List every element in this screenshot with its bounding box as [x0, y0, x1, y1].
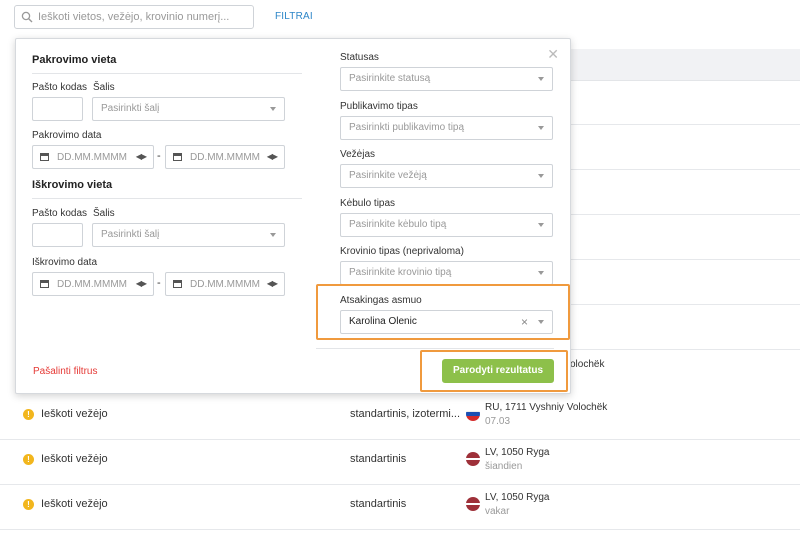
latvia-flag-icon: [466, 497, 480, 511]
body-type-placeholder: Pasirinkite kėbulo tipą: [349, 219, 447, 230]
row-status: Ieškoti vežėjo: [41, 408, 108, 420]
table-header: [570, 49, 800, 81]
divider: [316, 348, 554, 349]
divider: [32, 73, 302, 74]
loading-date-from-input[interactable]: DD.MM.MMMM ◀▶: [32, 145, 154, 169]
chevron-down-icon: [538, 174, 544, 178]
status-select[interactable]: Pasirinkite statusą: [340, 67, 553, 91]
body-type-label: Kėbulo tipas: [340, 198, 396, 209]
unloading-country-placeholder: Pasirinkti šalį: [101, 229, 160, 240]
responsible-person-select[interactable]: Karolina Olenic ×: [340, 310, 553, 334]
responsible-person-label: Atsakingas asmuo: [340, 295, 422, 306]
loading-date-to-input[interactable]: DD.MM.MMMM ◀▶: [165, 145, 285, 169]
chevron-down-icon: [538, 223, 544, 227]
date-range-separator: -: [157, 277, 161, 289]
chevron-down-icon: [538, 126, 544, 130]
carrier-placeholder: Pasirinkite vežėją: [349, 170, 427, 181]
date-stepper-icon[interactable]: ◀▶: [267, 279, 278, 288]
calendar-icon: [173, 280, 182, 288]
date-placeholder: DD.MM.MMMM: [57, 279, 127, 290]
row-date: vakar: [485, 506, 510, 517]
table-divider: [570, 259, 800, 260]
date-range-separator: -: [157, 150, 161, 162]
body-type-select[interactable]: Pasirinkite kėbulo tipą: [340, 213, 553, 237]
row-status: Ieškoti vežėjo: [41, 453, 108, 465]
filters-link[interactable]: FILTRAI: [275, 11, 313, 22]
cargo-type-placeholder: Pasirinkite krovinio tipą: [349, 267, 452, 278]
table-row[interactable]: ! Ieškoti vežėjo standartinis LV, 1050 R…: [0, 485, 800, 530]
date-stepper-icon[interactable]: ◀▶: [267, 152, 278, 161]
date-placeholder: DD.MM.MMMM: [190, 279, 260, 290]
publish-type-label: Publikavimo tipas: [340, 101, 418, 112]
table-divider: [570, 214, 800, 215]
calendar-icon: [40, 153, 49, 161]
loading-date-label: Pakrovimo data: [32, 130, 102, 141]
warning-icon: !: [23, 454, 34, 465]
row-type: standartinis, izotermi...: [350, 408, 461, 420]
loading-country-placeholder: Pasirinkti šalį: [101, 103, 160, 114]
chevron-down-icon: [538, 320, 544, 324]
publish-type-placeholder: Pasirinkti publikavimo tipą: [349, 122, 465, 133]
row-date: šiandien: [485, 461, 523, 472]
date-stepper-icon[interactable]: ◀▶: [136, 152, 147, 161]
unloading-date-label: Iškrovimo data: [32, 257, 98, 268]
row-location: RU, 1711 Vyshniy Volochëk: [485, 402, 608, 413]
remove-filters-link[interactable]: Pašalinti filtrus: [33, 366, 97, 377]
status-label: Statusas: [340, 52, 379, 63]
row-status: Ieškoti vežėjo: [41, 498, 108, 510]
search-placeholder: Ieškoti vietos, vežėjo, krovinio numerį.…: [38, 11, 230, 23]
warning-icon: !: [23, 409, 34, 420]
warning-icon: !: [23, 499, 34, 510]
row-type: standartinis: [350, 498, 407, 510]
chevron-down-icon: [538, 77, 544, 81]
cargo-type-label: Krovinio tipas (neprivaloma): [340, 246, 464, 257]
table-divider: [570, 124, 800, 125]
unloading-country-label: Šalis: [93, 208, 115, 219]
unloading-country-select[interactable]: Pasirinkti šalį: [92, 223, 285, 247]
date-stepper-icon[interactable]: ◀▶: [136, 279, 147, 288]
close-icon[interactable]: ✕: [547, 46, 559, 63]
table-row[interactable]: ! Ieškoti vežėjo standartinis LV, 1050 R…: [0, 440, 800, 485]
loading-section-title: Pakrovimo vieta: [32, 54, 117, 66]
loading-country-label: Šalis: [93, 82, 115, 93]
clear-icon[interactable]: ×: [521, 311, 528, 333]
status-placeholder: Pasirinkite statusą: [349, 73, 431, 84]
show-results-button[interactable]: Parodyti rezultatus: [442, 359, 554, 383]
date-placeholder: DD.MM.MMMM: [190, 152, 260, 163]
unloading-date-from-input[interactable]: DD.MM.MMMM ◀▶: [32, 272, 154, 296]
row-location: LV, 1050 Ryga: [485, 492, 550, 503]
row-date: 07.03: [485, 416, 511, 427]
chevron-down-icon: [270, 107, 276, 111]
carrier-select[interactable]: Pasirinkite vežėją: [340, 164, 553, 188]
table-row[interactable]: ! Ieškoti vežėjo standartinis, izotermi.…: [0, 395, 800, 440]
loading-postcode-input[interactable]: [32, 97, 83, 121]
latvia-flag-icon: [466, 452, 480, 466]
carrier-label: Vežėjas: [340, 149, 376, 160]
row-type: standartinis: [350, 453, 407, 465]
unloading-postcode-input[interactable]: [32, 223, 83, 247]
loading-country-select[interactable]: Pasirinkti šalį: [92, 97, 285, 121]
unloading-postcode-label: Pašto kodas: [32, 208, 88, 219]
table-cell-location-partial: olochëk: [570, 359, 605, 370]
chevron-down-icon: [270, 233, 276, 237]
row-location: LV, 1050 Ryga: [485, 447, 550, 458]
unloading-section-title: Iškrovimo vieta: [32, 179, 113, 191]
table-divider: [570, 304, 800, 305]
chevron-down-icon: [538, 271, 544, 275]
search-icon: [21, 11, 33, 23]
calendar-icon: [173, 153, 182, 161]
loading-postcode-label: Pašto kodas: [32, 82, 88, 93]
table-divider: [570, 349, 800, 350]
responsible-person-value: Karolina Olenic: [349, 316, 417, 327]
date-placeholder: DD.MM.MMMM: [57, 152, 127, 163]
search-input[interactable]: Ieškoti vietos, vežėjo, krovinio numerį.…: [14, 5, 254, 29]
table-divider: [570, 169, 800, 170]
publish-type-select[interactable]: Pasirinkti publikavimo tipą: [340, 116, 553, 140]
cargo-type-select[interactable]: Pasirinkite krovinio tipą: [340, 261, 553, 285]
divider: [32, 198, 302, 199]
filters-panel: ✕ Pakrovimo vieta Pašto kodas Šalis Pasi…: [15, 38, 571, 394]
unloading-date-to-input[interactable]: DD.MM.MMMM ◀▶: [165, 272, 285, 296]
russia-flag-icon: [466, 407, 480, 421]
calendar-icon: [40, 280, 49, 288]
